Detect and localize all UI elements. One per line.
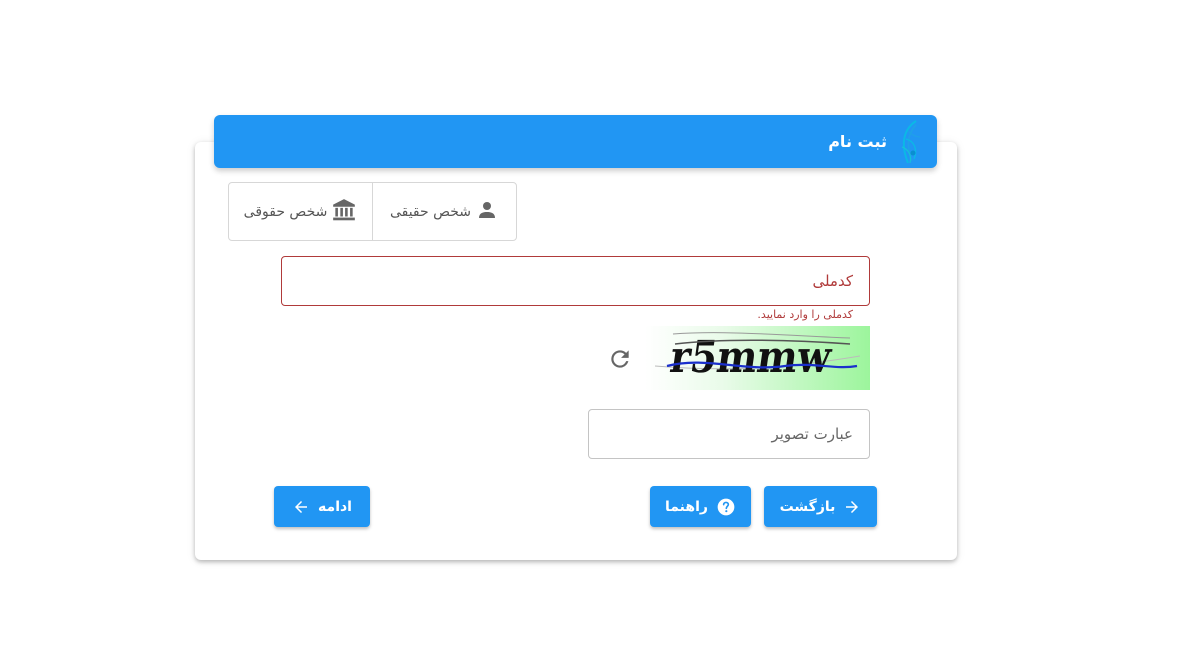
natural-person-label: شخص حقیقی	[389, 203, 472, 220]
refresh-icon[interactable]	[606, 345, 634, 373]
natural-person-button[interactable]: شخص حقیقی	[373, 183, 516, 240]
peacock-feather-icon	[895, 118, 927, 166]
bank-icon	[331, 197, 357, 227]
back-button[interactable]: بازگشت	[764, 486, 877, 527]
national-code-label: کدملی	[812, 272, 853, 290]
person-icon	[475, 198, 499, 226]
help-label: راهنما	[665, 498, 708, 515]
captcha-input[interactable]	[588, 409, 870, 459]
back-label: بازگشت	[779, 498, 836, 515]
page-title: ثبت نام	[828, 132, 887, 151]
captcha-text: r5mmw	[667, 331, 835, 383]
national-code-field[interactable]: کدملی	[281, 256, 870, 306]
legal-person-label: شخص حقوقی	[243, 203, 328, 220]
person-type-toggle: شخص حقیقی شخص حقوقی	[228, 182, 517, 241]
continue-button[interactable]: ادامه	[274, 486, 370, 527]
arrow-right-icon	[843, 498, 861, 516]
registration-header: ثبت نام	[214, 115, 937, 168]
arrow-left-icon	[292, 498, 310, 516]
continue-label: ادامه	[318, 498, 352, 515]
help-circle-icon	[716, 497, 736, 517]
captcha-image: r5mmw	[645, 326, 870, 390]
national-code-error: کدملی را وارد نمایید.	[757, 308, 853, 321]
help-button[interactable]: راهنما	[650, 486, 751, 527]
legal-person-button[interactable]: شخص حقوقی	[229, 183, 373, 240]
